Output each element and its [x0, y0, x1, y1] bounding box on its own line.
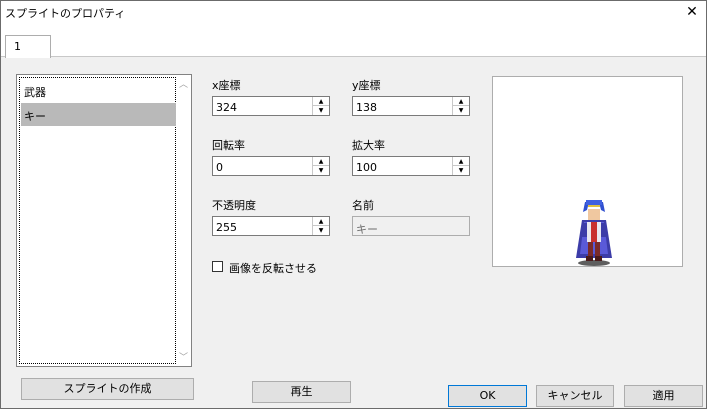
- cancel-button[interactable]: キャンセル: [536, 385, 614, 407]
- scale-spin-buttons: ▲ ▼: [452, 157, 469, 175]
- window-title: スプライトのプロパティ: [5, 7, 126, 20]
- opacity-value[interactable]: 255: [216, 221, 237, 234]
- spin-up-icon[interactable]: ▲: [313, 217, 329, 226]
- spin-up-icon[interactable]: ▲: [453, 157, 469, 166]
- x-value[interactable]: 324: [216, 101, 237, 114]
- apply-button[interactable]: 適用: [624, 385, 703, 407]
- list-focus-frame: 武器 キー: [19, 77, 176, 364]
- list-item-weapon[interactable]: 武器: [21, 79, 176, 102]
- opacity-spinbox[interactable]: 255 ▲ ▼: [212, 216, 330, 236]
- scale-value[interactable]: 100: [356, 161, 377, 174]
- scroll-up-icon[interactable]: ︿: [176, 78, 191, 92]
- spin-down-icon[interactable]: ▼: [453, 166, 469, 175]
- flip-checkbox[interactable]: [212, 261, 223, 272]
- scroll-down-icon[interactable]: ﹀: [176, 351, 191, 365]
- list-item-label: 武器: [24, 86, 46, 99]
- x-label: x座標: [212, 79, 241, 92]
- tab-strip: 1: [1, 25, 706, 58]
- play-button[interactable]: 再生: [252, 381, 351, 403]
- rotation-label: 回転率: [212, 139, 245, 152]
- sprite-properties-dialog: スプライトのプロパティ ✕ 1 武器 キー ︿ ﹀ x座標 324 ▲ ▼ y座: [0, 0, 707, 409]
- rotation-spin-buttons: ▲ ▼: [312, 157, 329, 175]
- title-bar: スプライトのプロパティ ✕: [1, 1, 706, 25]
- sprite-list[interactable]: 武器 キー ︿ ﹀: [16, 74, 192, 367]
- name-label: 名前: [352, 199, 374, 212]
- sprite-preview: [492, 76, 683, 267]
- list-item-label: キー: [24, 110, 46, 123]
- tab-1[interactable]: 1: [5, 35, 51, 58]
- x-spin-buttons: ▲ ▼: [312, 97, 329, 115]
- ok-button[interactable]: OK: [448, 385, 527, 407]
- flip-checkbox-label[interactable]: 画像を反転させる: [229, 260, 317, 276]
- spin-down-icon[interactable]: ▼: [313, 166, 329, 175]
- scale-spinbox[interactable]: 100 ▲ ▼: [352, 156, 470, 176]
- y-label: y座標: [352, 79, 381, 92]
- spin-down-icon[interactable]: ▼: [313, 226, 329, 235]
- rotation-value[interactable]: 0: [216, 161, 223, 174]
- spin-down-icon[interactable]: ▼: [313, 106, 329, 115]
- sprite-character-image: [576, 200, 612, 266]
- spin-up-icon[interactable]: ▲: [313, 97, 329, 106]
- rotation-spinbox[interactable]: 0 ▲ ▼: [212, 156, 330, 176]
- y-spin-buttons: ▲ ▼: [452, 97, 469, 115]
- name-field: キー: [352, 216, 470, 236]
- tab-label: 1: [14, 40, 21, 53]
- list-scrollbar[interactable]: ︿ ﹀: [176, 75, 191, 366]
- spin-down-icon[interactable]: ▼: [453, 106, 469, 115]
- spin-up-icon[interactable]: ▲: [313, 157, 329, 166]
- list-item-key[interactable]: キー: [21, 103, 176, 126]
- opacity-spin-buttons: ▲ ▼: [312, 217, 329, 235]
- opacity-label: 不透明度: [212, 199, 256, 212]
- name-value: キー: [356, 223, 378, 236]
- y-spinbox[interactable]: 138 ▲ ▼: [352, 96, 470, 116]
- scale-label: 拡大率: [352, 139, 385, 152]
- close-icon[interactable]: ✕: [684, 3, 700, 21]
- create-sprite-button[interactable]: スプライトの作成: [21, 378, 194, 400]
- x-spinbox[interactable]: 324 ▲ ▼: [212, 96, 330, 116]
- y-value[interactable]: 138: [356, 101, 377, 114]
- spin-up-icon[interactable]: ▲: [453, 97, 469, 106]
